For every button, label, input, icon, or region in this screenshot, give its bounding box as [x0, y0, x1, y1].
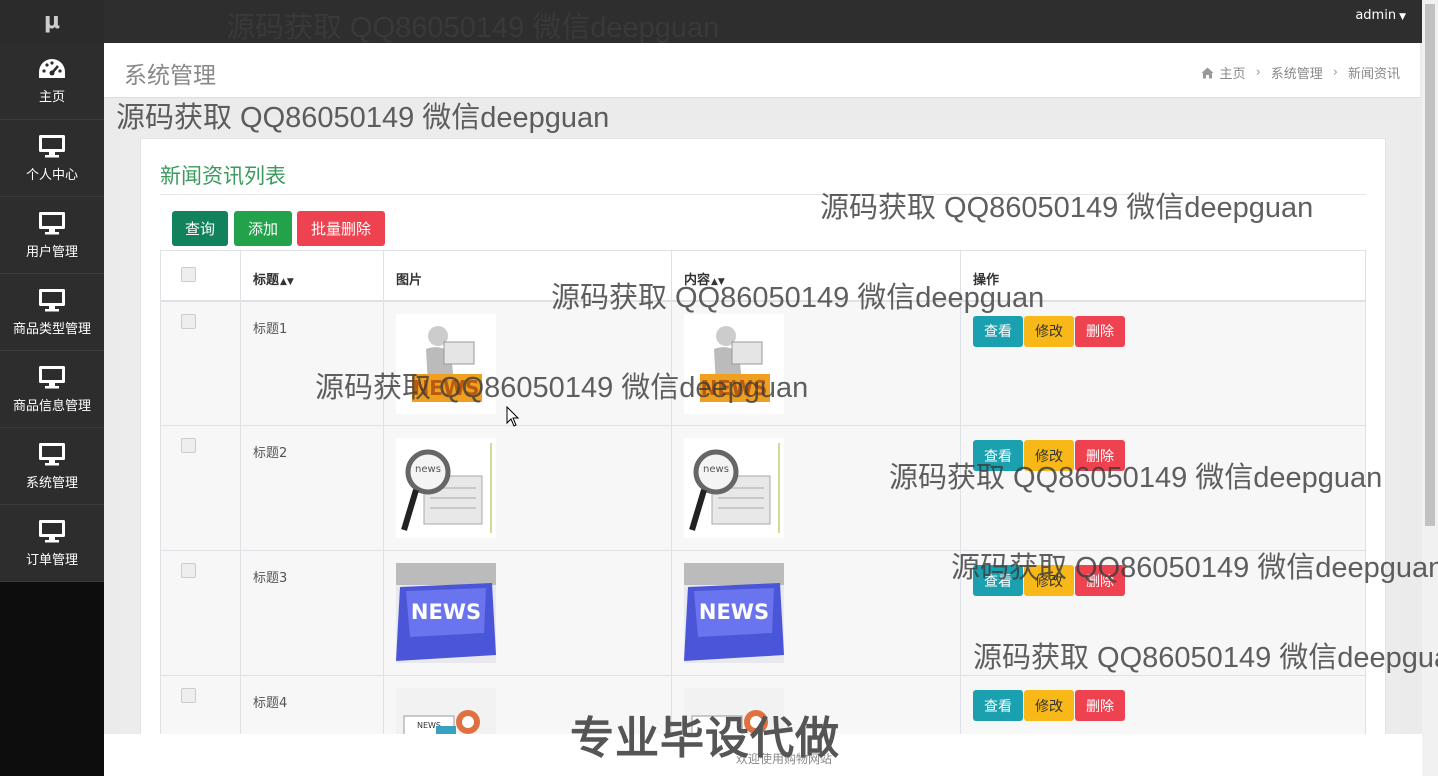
page-title: 系统管理: [124, 63, 216, 89]
page-header: 系统管理 主页 › 系统管理 › 新闻资讯: [104, 43, 1420, 98]
svg-text:NEWS: NEWS: [699, 600, 769, 624]
monitor-icon: [39, 519, 65, 542]
edit-button[interactable]: 修改: [1024, 690, 1074, 721]
sidebar-item-home[interactable]: 主页: [0, 43, 104, 120]
sidebar-item-profile[interactable]: 个人中心: [0, 120, 104, 197]
row-check-cell: [160, 425, 241, 551]
mouse-cursor-icon: [506, 406, 520, 427]
watermark: 源码获取 QQ86050149 微信deepguan: [226, 12, 720, 44]
content-cell: NEWS: [671, 550, 961, 676]
logo: μ: [0, 0, 104, 43]
watermark: 源码获取 QQ86050149 微信deepguan: [551, 282, 1045, 314]
sidebar-item-products[interactable]: 商品信息管理: [0, 351, 104, 428]
image-cell: NEWS: [383, 550, 672, 676]
sidebar-item-label: 用户管理: [25, 244, 78, 260]
news-key-image: NEWS: [396, 563, 496, 663]
batch-delete-button[interactable]: 批量删除: [297, 211, 385, 246]
news-key-image: NEWS: [684, 563, 784, 663]
actions-cell: 查看 修改 删除: [960, 300, 1366, 426]
breadcrumb-news: 新闻资讯: [1347, 67, 1400, 82]
column-title-label: 标题: [253, 273, 280, 288]
username: admin: [1355, 8, 1397, 23]
sidebar-item-users[interactable]: 用户管理: [0, 197, 104, 274]
watermark: 源码获取 QQ86050149 微信deepguan: [889, 462, 1383, 494]
sidebar-item-label: 系统管理: [25, 475, 78, 491]
magnifier-newspaper-image: news: [396, 438, 496, 538]
content-cell: NEWS: [671, 300, 961, 426]
sidebar-item-label: 商品类型管理: [12, 321, 91, 337]
breadcrumb-home[interactable]: 主页: [1220, 63, 1246, 82]
monitor-icon: [39, 288, 65, 311]
sidebar-item-product-types[interactable]: 商品类型管理: [0, 274, 104, 351]
sidebar-item-label: 商品信息管理: [12, 398, 91, 414]
watermark-big: 专业毕设代做: [570, 713, 840, 764]
news-table: 标题▲▼ 图片 内容▲▼ 操作 标题1 NEWS NEWS 查看 修改 删除 标题2: [160, 250, 1366, 776]
row-checkbox[interactable]: [181, 313, 196, 329]
watermark: 源码获取 QQ86050149 微信deepguan: [820, 192, 1314, 224]
table-row: 标题1 NEWS NEWS 查看 修改 删除: [160, 300, 1366, 426]
watermark: 源码获取 QQ86050149 微信deepguan: [951, 552, 1438, 584]
title-cell: 标题3: [240, 550, 384, 676]
add-button[interactable]: 添加: [234, 211, 292, 246]
row-title: 标题3: [253, 571, 288, 586]
chevron-right-icon: ›: [1255, 65, 1261, 80]
view-button[interactable]: 查看: [973, 315, 1023, 347]
home-icon: [1201, 67, 1214, 78]
row-checkbox[interactable]: [181, 563, 196, 578]
delete-button[interactable]: 删除: [1075, 315, 1125, 347]
monitor-icon: [39, 365, 65, 388]
edit-button[interactable]: 修改: [1024, 315, 1074, 347]
view-button[interactable]: 查看: [973, 690, 1023, 721]
select-all-checkbox[interactable]: [181, 267, 196, 282]
sidebar-item-label: 个人中心: [25, 167, 78, 183]
sort-icon[interactable]: ▲▼: [280, 277, 294, 287]
watermark: 源码获取 QQ86050149 微信deepguan: [116, 102, 610, 134]
row-title: 标题2: [253, 446, 288, 461]
monitor-icon: [39, 211, 65, 234]
panel-title: 新闻资讯列表: [160, 164, 286, 188]
sidebar-item-orders[interactable]: 订单管理: [0, 505, 104, 582]
breadcrumb: 主页 › 系统管理 › 新闻资讯: [1201, 63, 1400, 82]
query-button[interactable]: 查询: [172, 211, 228, 246]
sidebar-item-label: 订单管理: [25, 552, 78, 568]
image-cell: NEWS: [383, 300, 672, 426]
row-check-cell: [160, 550, 241, 676]
title-cell: 标题1: [240, 300, 384, 426]
watermark: 源码获取 QQ86050149 微信deepguan: [315, 372, 809, 404]
delete-button[interactable]: 删除: [1075, 690, 1125, 721]
row-check-cell: [160, 300, 241, 426]
magnifier-newspaper-image: news: [684, 438, 784, 538]
user-menu[interactable]: admin ▼: [1355, 8, 1406, 23]
row-checkbox[interactable]: [181, 688, 196, 703]
caret-down-icon: ▼: [1399, 12, 1406, 22]
dashboard-icon: [39, 58, 65, 78]
svg-text:NEWS: NEWS: [411, 600, 481, 624]
svg-text:news: news: [415, 464, 441, 475]
chevron-right-icon: ›: [1332, 65, 1338, 80]
monitor-icon: [39, 134, 65, 157]
sidebar-item-label: 主页: [38, 89, 65, 105]
select-all-cell: [160, 250, 241, 302]
monitor-icon: [39, 442, 65, 465]
sidebar: μ 主页 个人中心 用户管理 商品类型管理 商品信息管理 系统管理 订单管理: [0, 0, 104, 776]
sidebar-item-system[interactable]: 系统管理: [0, 428, 104, 505]
image-cell: news: [383, 425, 672, 551]
row-title: 标题1: [253, 321, 288, 337]
title-cell: 标题2: [240, 425, 384, 551]
column-title[interactable]: 标题▲▼: [240, 250, 384, 302]
svg-text:news: news: [703, 464, 729, 475]
scroll-thumb[interactable]: [1425, 4, 1435, 526]
row-checkbox[interactable]: [181, 438, 196, 453]
row-title: 标题4: [253, 696, 288, 711]
watermark: 源码获取 QQ86050149 微信deepguan: [973, 642, 1438, 674]
breadcrumb-system[interactable]: 系统管理: [1271, 63, 1323, 82]
